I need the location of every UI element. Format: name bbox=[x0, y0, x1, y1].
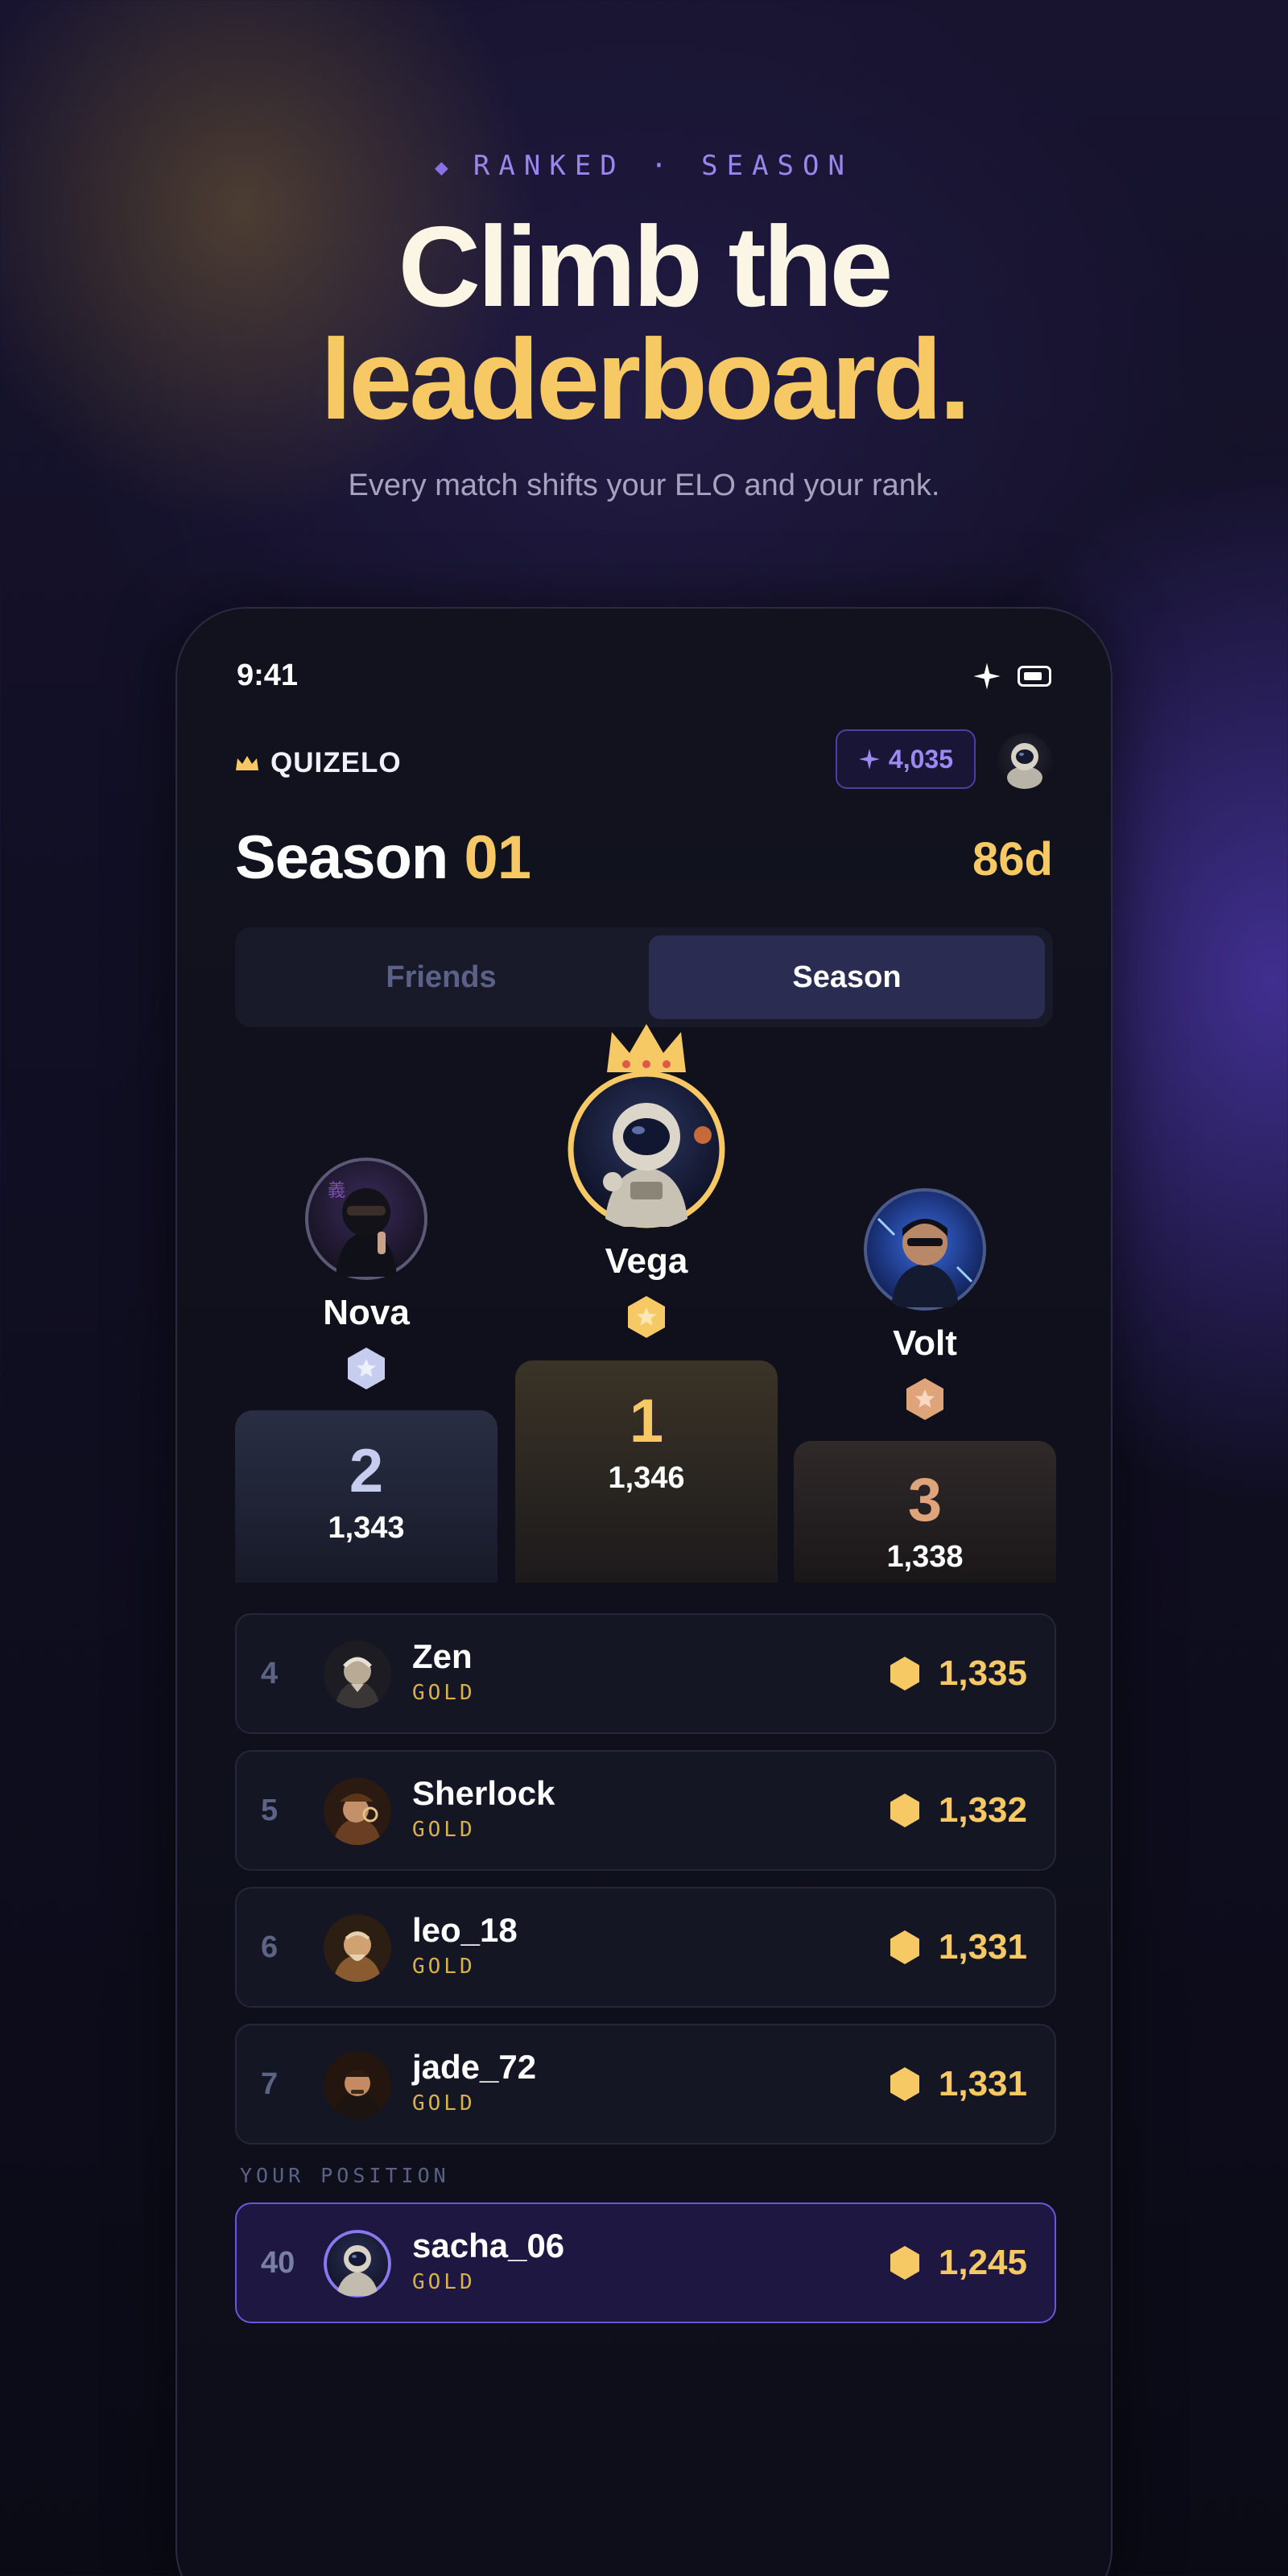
season-title: Season 01 bbox=[235, 823, 531, 893]
row-tier: GOLD bbox=[412, 1681, 476, 1705]
pedestal-second: 2 1,343 bbox=[235, 1410, 497, 1583]
star-badge-icon bbox=[906, 1378, 943, 1420]
row-tier: GOLD bbox=[412, 2270, 476, 2294]
brand: QUIZELO bbox=[235, 747, 402, 779]
list-item[interactable]: 7 jade_72 GOLD 1,331 bbox=[235, 2024, 1056, 2145]
row-score: 1,332 bbox=[889, 1752, 1027, 1869]
hexagon-coin-icon bbox=[890, 2067, 919, 2101]
battery-icon bbox=[1018, 666, 1051, 687]
row-tier: GOLD bbox=[412, 1955, 476, 1979]
row-name: sacha_06 bbox=[412, 2227, 565, 2264]
row-score-value: 1,335 bbox=[938, 1653, 1027, 1693]
row-rank: 5 bbox=[261, 1794, 279, 1827]
pedestal-score: 1,343 bbox=[328, 1511, 405, 1545]
row-rank: 4 bbox=[261, 1657, 279, 1690]
row-score-value: 1,332 bbox=[938, 1790, 1027, 1830]
points-chip[interactable]: 4,035 bbox=[835, 729, 976, 789]
row-name: Zen bbox=[412, 1637, 473, 1675]
avatar bbox=[324, 1641, 391, 1708]
row-name: jade_72 bbox=[412, 2048, 537, 2086]
row-score-value: 1,331 bbox=[938, 1927, 1027, 1967]
season-number: 01 bbox=[464, 824, 531, 892]
avatar bbox=[324, 2230, 391, 2297]
hexagon-coin-icon bbox=[890, 1930, 919, 1964]
row-rank: 6 bbox=[261, 1930, 279, 1964]
brand-name: QUIZELO bbox=[270, 747, 402, 778]
pedestal-third: 3 1,338 bbox=[794, 1441, 1056, 1583]
hero-eyebrow: ◆ RANKED · SEASON bbox=[0, 150, 1288, 182]
row-name: leo_18 bbox=[412, 1911, 518, 1949]
row-score-value: 1,331 bbox=[938, 2064, 1027, 2103]
row-tier: GOLD bbox=[412, 2091, 476, 2116]
avatar bbox=[568, 1071, 725, 1228]
list-item[interactable]: 6 leo_18 GOLD 1,331 bbox=[235, 1887, 1056, 2008]
hexagon-coin-icon bbox=[890, 1657, 919, 1690]
your-position-label: YOUR POSITION bbox=[240, 2164, 450, 2187]
podium-second[interactable]: 義 Nova bbox=[235, 1156, 497, 1391]
row-name: Sherlock bbox=[412, 1774, 555, 1812]
crown-icon bbox=[607, 1024, 686, 1072]
avatar bbox=[864, 1188, 986, 1311]
star-badge-icon bbox=[628, 1296, 665, 1338]
list-item[interactable]: 5 Sherlock GOLD 1,332 bbox=[235, 1750, 1056, 1871]
sparkle-icon bbox=[859, 749, 880, 770]
pedestal-score: 1,346 bbox=[608, 1461, 685, 1495]
podium-third[interactable]: Volt bbox=[794, 1187, 1056, 1422]
app-header: QUIZELO 4,035 bbox=[235, 729, 1053, 794]
pedestal-rank: 3 bbox=[907, 1466, 943, 1534]
pedestal-rank: 1 bbox=[629, 1387, 664, 1455]
leaderboard-tabs: Friends Season bbox=[235, 927, 1053, 1027]
status-bar: 9:41 bbox=[237, 654, 1051, 702]
row-rank: 40 bbox=[261, 2246, 295, 2280]
season-header: Season 01 86d bbox=[235, 823, 1053, 903]
avatar bbox=[324, 1777, 391, 1845]
status-icons bbox=[972, 662, 1051, 691]
podium-first[interactable]: Vega bbox=[515, 1021, 778, 1340]
pedestal-rank: 2 bbox=[349, 1437, 384, 1505]
row-rank: 7 bbox=[261, 2067, 279, 2101]
pedestal-score: 1,338 bbox=[886, 1540, 964, 1574]
sparkle-icon bbox=[973, 663, 1001, 690]
star-badge-icon bbox=[348, 1348, 385, 1389]
profile-avatar[interactable] bbox=[997, 733, 1053, 789]
row-score-value: 1,245 bbox=[938, 2243, 1027, 2282]
avatar bbox=[324, 2051, 391, 2119]
pedestal-first: 1 1,346 bbox=[515, 1360, 778, 1583]
hero-title-line1: Climb the bbox=[398, 203, 894, 331]
podium-name: Vega bbox=[605, 1241, 688, 1281]
hexagon-coin-icon bbox=[890, 2246, 919, 2280]
your-position-row[interactable]: 40 sacha_06 GOLD 1,245 bbox=[235, 2202, 1056, 2323]
row-score: 1,331 bbox=[889, 2025, 1027, 2143]
hero-title-line2: leaderboard. bbox=[320, 316, 971, 444]
season-days-left: 86d bbox=[972, 833, 1053, 886]
hero-eyebrow-text: RANKED · SEASON bbox=[473, 150, 853, 182]
crown-icon bbox=[236, 756, 258, 770]
tab-friends[interactable]: Friends bbox=[243, 935, 639, 1019]
tab-season[interactable]: Season bbox=[649, 935, 1045, 1019]
avatar bbox=[324, 1914, 391, 1982]
row-score: 1,335 bbox=[889, 1615, 1027, 1732]
svg-text:義: 義 bbox=[328, 1181, 345, 1201]
avatar: 義 bbox=[305, 1158, 427, 1280]
diamond-icon: ◆ bbox=[435, 154, 457, 180]
list-item[interactable]: 4 Zen GOLD 1,335 bbox=[235, 1613, 1056, 1734]
season-label: Season bbox=[235, 824, 448, 892]
status-time: 9:41 bbox=[237, 658, 299, 692]
row-tier: GOLD bbox=[412, 1818, 476, 1842]
podium-name: Volt bbox=[893, 1323, 957, 1363]
podium-name: Nova bbox=[323, 1293, 410, 1332]
points-value: 4,035 bbox=[888, 744, 953, 774]
row-score: 1,245 bbox=[889, 2204, 1027, 2322]
hero-title: Climb the leaderboard. bbox=[0, 203, 1288, 444]
hero-subtitle: Every match shifts your ELO and your ran… bbox=[348, 469, 940, 502]
hexagon-coin-icon bbox=[890, 1794, 919, 1827]
row-score: 1,331 bbox=[889, 1889, 1027, 2006]
phone-frame: 9:41 QUIZELO 4,035 Season 01 86d Friends… bbox=[175, 607, 1113, 2576]
